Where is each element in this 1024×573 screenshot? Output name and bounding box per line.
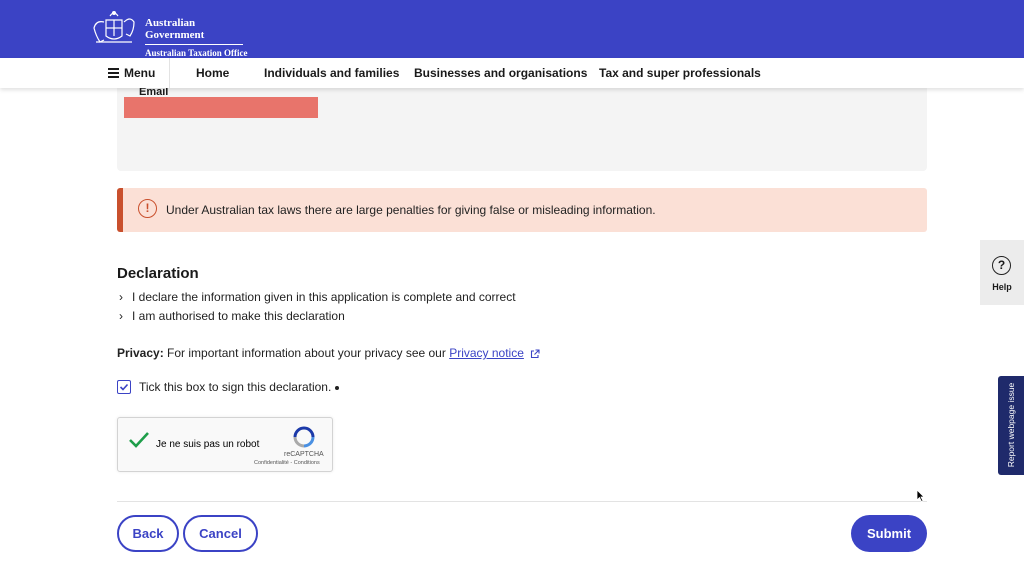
report-issue-tab[interactable]: Report webpage issue: [998, 376, 1024, 475]
main-nav: Menu Home Individuals and families Busin…: [0, 58, 1024, 88]
nav-item-individuals[interactable]: Individuals and families: [264, 58, 399, 88]
top-banner: Australian Government Australian Taxatio…: [0, 0, 1024, 58]
back-button[interactable]: Back: [117, 515, 179, 552]
cancel-button[interactable]: Cancel: [183, 515, 258, 552]
checkmark-icon: [119, 383, 129, 391]
declaration-item: › I declare the information given in this…: [119, 290, 516, 304]
warning-text: Under Australian tax laws there are larg…: [166, 203, 656, 217]
nav-item-businesses[interactable]: Businesses and organisations: [414, 58, 587, 88]
divider: [117, 501, 927, 502]
privacy-text: For important information about your pri…: [167, 346, 446, 360]
recaptcha-logo-icon: [293, 426, 315, 448]
required-indicator: [335, 385, 340, 390]
sign-declaration-text: Tick this box to sign this declaration.: [139, 380, 332, 394]
nav-item-tax-professionals[interactable]: Tax and super professionals: [599, 58, 761, 88]
chevron-right-icon: ›: [119, 290, 123, 304]
recaptcha-widget: Je ne suis pas un robot reCAPTCHA Confid…: [117, 417, 333, 472]
declaration-item-text: I am authorised to make this declaration: [132, 309, 345, 323]
declaration-item-text: I declare the information given in this …: [132, 290, 516, 304]
gov-line-2: Australian Taxation Office: [145, 48, 248, 58]
sign-declaration-label: Tick this box to sign this declaration.: [139, 380, 340, 394]
submit-button[interactable]: Submit: [851, 515, 927, 552]
email-value-redacted: [124, 97, 318, 118]
question-mark-icon: ?: [992, 256, 1011, 275]
menu-button[interactable]: Menu: [90, 58, 170, 88]
coat-of-arms-logo[interactable]: [88, 8, 140, 48]
nav-item-home[interactable]: Home: [196, 58, 229, 88]
penalty-warning: ! Under Australian tax laws there are la…: [117, 188, 927, 232]
gov-line-1: Australian Government: [145, 17, 243, 45]
captcha-links[interactable]: Confidentialité - Conditions: [254, 460, 320, 466]
declaration-heading: Declaration: [117, 265, 199, 282]
privacy-label: Privacy:: [117, 346, 164, 360]
chevron-right-icon: ›: [119, 309, 123, 323]
report-issue-label: Report webpage issue: [1006, 382, 1016, 468]
privacy-notice-link[interactable]: Privacy notice: [449, 346, 524, 360]
privacy-statement: Privacy: For important information about…: [117, 346, 540, 360]
government-wordmark[interactable]: Australian Government Australian Taxatio…: [145, 17, 248, 58]
email-summary-panel: Email: [117, 86, 927, 171]
captcha-brand: reCAPTCHA: [284, 451, 324, 458]
declaration-item: › I am authorised to make this declaratio…: [119, 309, 345, 323]
alert-icon: !: [138, 199, 157, 218]
captcha-checkmark-icon[interactable]: [128, 431, 150, 449]
external-link-icon: [531, 349, 540, 358]
hamburger-icon: [108, 66, 119, 80]
menu-label: Menu: [124, 66, 156, 80]
help-tab[interactable]: ? Help: [980, 240, 1024, 305]
mouse-cursor-icon: [916, 489, 925, 502]
sign-declaration-checkbox[interactable]: [117, 380, 131, 394]
captcha-label: Je ne suis pas un robot: [156, 439, 260, 450]
help-label: Help: [992, 282, 1012, 292]
